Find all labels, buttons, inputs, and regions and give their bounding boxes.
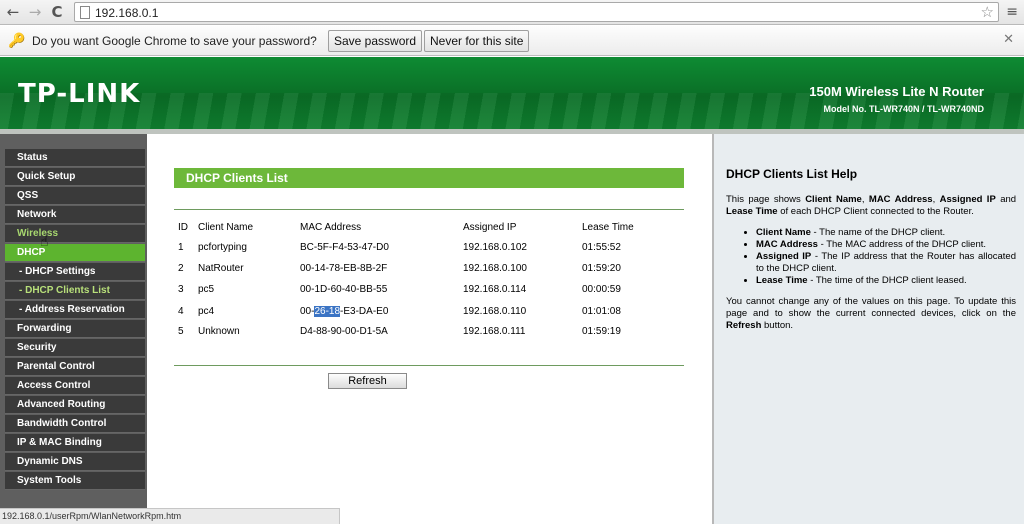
table-cell-mac: 00-14-78-EB-8B-2F xyxy=(300,263,388,274)
table-cell-lease: 00:00:59 xyxy=(582,284,621,295)
table-cell-id: 4 xyxy=(178,306,184,317)
sidebar-item-bandwidth-control[interactable]: Bandwidth Control xyxy=(5,415,145,433)
key-icon: 🔑 xyxy=(8,33,26,49)
table-cell-id: 1 xyxy=(178,242,184,253)
sidebar-item-dhcp-settings[interactable]: - DHCP Settings xyxy=(5,263,145,281)
table-cell-id: 2 xyxy=(178,263,184,274)
infobar-message: Do you want Google Chrome to save your p… xyxy=(32,34,317,48)
column-header-assigned-ip: Assigned IP xyxy=(463,222,517,233)
forward-icon[interactable]: → xyxy=(26,3,44,21)
sidebar-item-system-tools[interactable]: System Tools xyxy=(5,472,145,490)
table-cell-client-name: pcfortyping xyxy=(198,242,247,253)
table-cell-client-name: pc5 xyxy=(198,284,215,295)
column-header-lease-time: Lease Time xyxy=(582,222,634,233)
reload-icon[interactable]: C xyxy=(48,3,66,21)
address-url[interactable]: 192.168.0.1 xyxy=(95,6,158,20)
mac-part: -E3-DA-E0 xyxy=(340,306,389,317)
table-cell-client-name: Unknown xyxy=(198,326,240,337)
table-cell-lease: 01:59:20 xyxy=(582,263,621,274)
table-top-rule xyxy=(174,209,684,210)
sidebar-item-network[interactable]: Network xyxy=(5,206,145,224)
table-cell-id: 5 xyxy=(178,326,184,337)
sidebar-item-quick-setup[interactable]: Quick Setup xyxy=(5,168,145,186)
table-cell-client-name: NatRouter xyxy=(198,263,244,274)
save-password-infobar: 🔑 Do you want Google Chrome to save your… xyxy=(0,26,1024,56)
status-bar-url: 192.168.0.1/userRpm/WlanNetworkRpm.htm xyxy=(0,508,340,524)
refresh-button[interactable]: Refresh xyxy=(328,373,407,389)
router-banner: TP-LINK 150M Wireless Lite N Router Mode… xyxy=(0,57,1024,129)
table-cell-id: 3 xyxy=(178,284,184,295)
help-item: MAC Address - The MAC address of the DHC… xyxy=(756,239,1016,251)
never-for-this-site-button[interactable]: Never for this site xyxy=(424,30,530,52)
help-item: Lease Time - The time of the DHCP client… xyxy=(756,275,1016,287)
sidebar-item-security[interactable]: Security xyxy=(5,339,145,357)
product-name: 150M Wireless Lite N Router xyxy=(809,84,984,99)
sidebar-item-parental-control[interactable]: Parental Control xyxy=(5,358,145,376)
sidebar-item-qss[interactable]: QSS xyxy=(5,187,145,205)
sidebar-item-dynamic-dns[interactable]: Dynamic DNS xyxy=(5,453,145,471)
table-cell-client-name: pc4 xyxy=(198,306,215,317)
table-cell-lease: 01:59:19 xyxy=(582,326,621,337)
page-icon xyxy=(80,6,90,19)
help-title: DHCP Clients List Help xyxy=(726,167,858,181)
sidebar-item-forwarding[interactable]: Forwarding xyxy=(5,320,145,338)
sidebar-item-ip-mac-binding[interactable]: IP & MAC Binding xyxy=(5,434,145,452)
main-content: DHCP Clients List ID Client Name MAC Add… xyxy=(148,134,710,524)
hand-cursor-icon: ☝ xyxy=(40,234,49,250)
table-cell-ip: 192.168.0.114 xyxy=(463,284,527,295)
tp-link-logo: TP-LINK xyxy=(18,79,141,109)
sidebar-item-dhcp[interactable]: DHCP xyxy=(5,244,145,262)
back-icon[interactable]: ← xyxy=(4,3,22,21)
sidebar-item-dhcp-clients-list[interactable]: - DHCP Clients List xyxy=(5,282,145,300)
table-cell-mac: 00-1D-60-40-BB-55 xyxy=(300,284,388,295)
browser-toolbar: ← → C 192.168.0.1 ☆ ≡ xyxy=(0,0,1024,25)
table-cell-mac: 00-26-18-E3-DA-E0 xyxy=(300,306,388,317)
sidebar-item-address-reservation[interactable]: - Address Reservation xyxy=(5,301,145,319)
table-bottom-rule xyxy=(174,365,684,366)
help-footer: You cannot change any of the values on t… xyxy=(726,296,1016,331)
help-intro: This page shows Client Name, MAC Address… xyxy=(726,194,1017,217)
table-cell-ip: 192.168.0.100 xyxy=(463,263,527,274)
help-panel: DHCP Clients List Help This page shows C… xyxy=(712,134,1024,524)
table-cell-lease: 01:01:08 xyxy=(582,306,621,317)
page-title: DHCP Clients List xyxy=(174,168,684,188)
help-item: Client Name - The name of the DHCP clien… xyxy=(756,227,1016,239)
table-cell-mac: D4-88-90-00-D1-5A xyxy=(300,326,388,337)
chrome-menu-icon[interactable]: ≡ xyxy=(1006,4,1018,20)
table-cell-ip: 192.168.0.110 xyxy=(463,306,527,317)
table-cell-mac: BC-5F-F4-53-47-D0 xyxy=(300,242,389,253)
help-item: Assigned IP - The IP address that the Ro… xyxy=(756,251,1016,275)
sidebar-menu: Status Quick Setup QSS Network Wireless … xyxy=(0,134,147,514)
sidebar-item-advanced-routing[interactable]: Advanced Routing xyxy=(5,396,145,414)
sidebar-item-access-control[interactable]: Access Control xyxy=(5,377,145,395)
sidebar-item-status[interactable]: Status xyxy=(5,149,145,167)
close-icon[interactable]: ✕ xyxy=(1003,32,1014,47)
column-header-id: ID xyxy=(178,222,188,233)
sidebar-item-wireless[interactable]: Wireless xyxy=(5,225,145,243)
table-cell-lease: 01:55:52 xyxy=(582,242,621,253)
bookmark-star-icon[interactable]: ☆ xyxy=(981,3,994,21)
save-password-button[interactable]: Save password xyxy=(328,30,423,52)
selected-text: 26-18 xyxy=(314,306,341,317)
mac-part: 00- xyxy=(300,306,315,317)
column-header-client-name: Client Name xyxy=(198,222,254,233)
table-cell-ip: 192.168.0.111 xyxy=(463,326,526,337)
column-header-mac-address: MAC Address xyxy=(300,222,362,233)
model-number: Model No. TL-WR740N / TL-WR740ND xyxy=(823,104,984,114)
help-term-list: Client Name - The name of the DHCP clien… xyxy=(744,227,1016,287)
table-cell-ip: 192.168.0.102 xyxy=(463,242,527,253)
address-bar[interactable]: 192.168.0.1 ☆ xyxy=(74,2,999,22)
